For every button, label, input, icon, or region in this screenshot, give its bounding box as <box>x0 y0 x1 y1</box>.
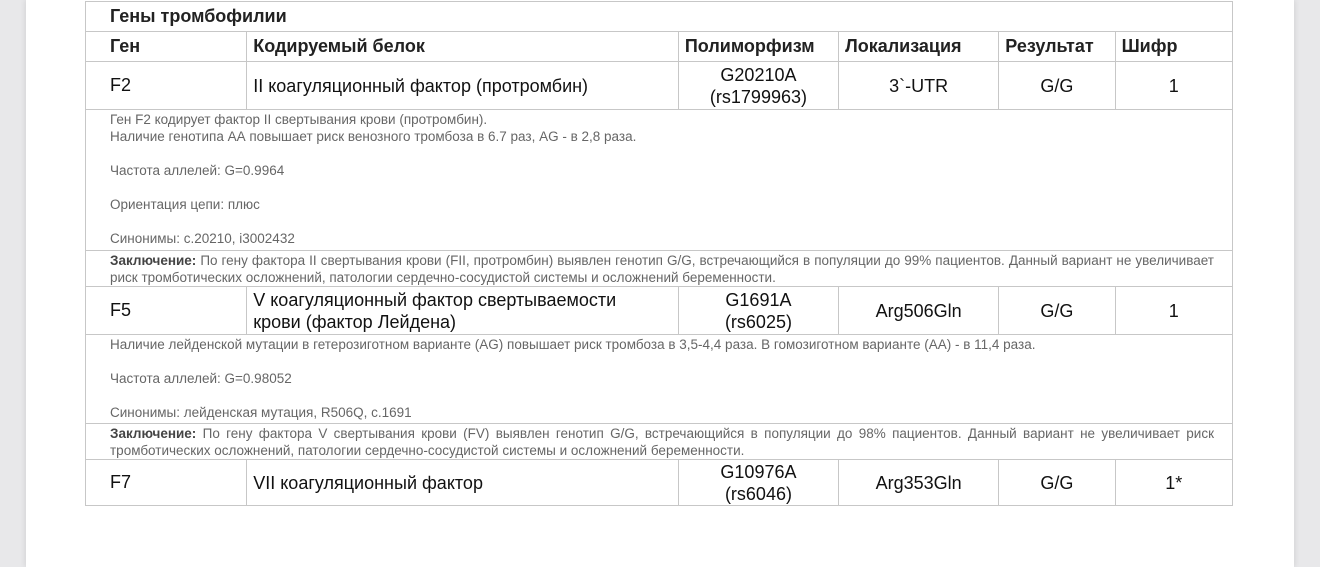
protein-cell: V коагуляционный фактор свертываемости к… <box>246 286 679 335</box>
header-code: Шифр <box>1114 31 1234 62</box>
code-cell: 1* <box>1114 459 1234 506</box>
localization-cell: 3`-UTR <box>838 61 1000 110</box>
header-localization: Локализация <box>838 31 1000 62</box>
conclusion: Заключение: По гену фактора V свертывани… <box>85 423 1233 460</box>
header-result: Результат <box>998 31 1116 62</box>
conclusion: Заключение: По гену фактора II свертыван… <box>85 250 1233 287</box>
conclusion-text: По гену фактора II свертывания крови (FI… <box>110 253 1214 285</box>
table-row: F5 V коагуляционный фактор свертываемост… <box>84 286 1234 335</box>
gene-cell: F2 <box>84 61 248 110</box>
strand-orientation: Ориентация цепи: плюс <box>110 197 260 212</box>
table-header: Ген Кодируемый белок Полиморфизм Локализ… <box>84 31 1234 62</box>
gene-description: Наличие лейденской мутации в гетерозигот… <box>85 334 1233 424</box>
localization-cell: Arg353Gln <box>838 459 1000 506</box>
protein-cell: VII коагуляционный фактор <box>246 459 679 506</box>
header-protein: Кодируемый белок <box>246 31 679 62</box>
polymorphism-value: G1691A <box>725 289 792 310</box>
synonyms: Синонимы: c.20210, i3002432 <box>110 231 295 246</box>
conclusion-label: Заключение: <box>110 253 197 268</box>
code-cell: 1 <box>1114 286 1234 335</box>
table-row: F7 VII коагуляционный фактор G10976A (rs… <box>84 459 1234 506</box>
report-page: Гены тромбофилии Ген Кодируемый белок По… <box>26 0 1294 567</box>
localization-cell: Arg506Gln <box>838 286 1000 335</box>
polymorphism-value: G10976A <box>720 461 797 482</box>
thrombophilia-genes-table: Гены тромбофилии Ген Кодируемый белок По… <box>84 1 1234 506</box>
polymorphism-value: G20210A <box>720 64 797 85</box>
result-cell: G/G <box>998 286 1116 335</box>
description-line: Наличие генотипа АА повышает риск венозн… <box>110 129 637 144</box>
polymorphism-cell: G20210A (rs1799963) <box>677 61 840 110</box>
rs-id: (rs6025) <box>724 311 792 332</box>
synonyms: Синонимы: лейденская мутация, R506Q, c.1… <box>110 405 412 420</box>
gene-cell: F5 <box>84 286 248 335</box>
result-cell: G/G <box>998 61 1116 110</box>
description-row: Ген F2 кодирует фактор II свертывания кр… <box>85 109 1233 251</box>
rs-id: (rs1799963) <box>709 86 807 107</box>
conclusion-text: По гену фактора V свертывания крови (FV)… <box>110 426 1214 458</box>
description-line: Ген F2 кодирует фактор II свертывания кр… <box>110 112 488 127</box>
header-gene: Ген <box>84 31 248 62</box>
protein-cell: II коагуляционный фактор (протромбин) <box>246 61 679 110</box>
gene-description: Ген F2 кодирует фактор II свертывания кр… <box>85 109 1233 251</box>
conclusion-row: Заключение: По гену фактора II свертыван… <box>85 250 1233 287</box>
protein-text: II коагуляционный фактор (протромбин) <box>253 75 589 96</box>
code-cell: 1 <box>1114 61 1234 110</box>
allele-frequency: Частота аллелей: G=0.9964 <box>110 163 285 178</box>
polymorphism-cell: G10976A (rs6046) <box>677 459 840 506</box>
description-line: Наличие лейденской мутации в гетерозигот… <box>110 337 1036 352</box>
conclusion-row: Заключение: По гену фактора V свертывани… <box>85 423 1233 460</box>
allele-frequency: Частота аллелей: G=0.98052 <box>110 371 292 386</box>
header-polymorphism: Полиморфизм <box>677 31 840 62</box>
gene-cell: F7 <box>84 459 248 506</box>
table-row: F2 II коагуляционный фактор (протромбин)… <box>84 61 1234 110</box>
rs-id: (rs6046) <box>724 483 792 504</box>
description-row: Наличие лейденской мутации в гетерозигот… <box>85 334 1233 424</box>
protein-text: V коагуляционный фактор свертываемости <box>253 289 617 310</box>
protein-text: VII коагуляционный фактор <box>253 472 483 493</box>
result-cell: G/G <box>998 459 1116 506</box>
protein-text: крови (фактор Лейдена) <box>253 311 457 332</box>
section-title: Гены тромбофилии <box>85 1 1233 32</box>
conclusion-label: Заключение: <box>110 426 197 441</box>
polymorphism-cell: G1691A (rs6025) <box>677 286 840 335</box>
